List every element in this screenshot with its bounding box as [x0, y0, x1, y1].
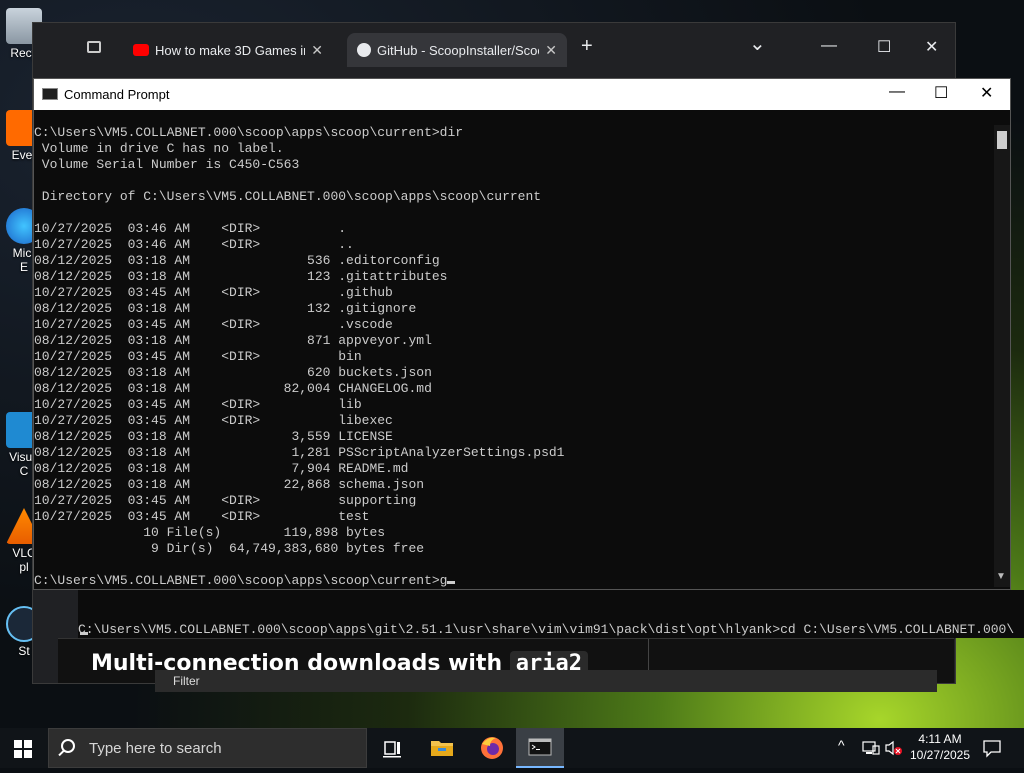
- terminal-line: 10/27/2025 03:45 AM <DIR> test: [34, 509, 370, 524]
- terminal-line: 08/12/2025 03:18 AM 1,281 PSScriptAnalyz…: [34, 445, 565, 460]
- command-prompt-icon: [528, 738, 552, 756]
- terminal-line: Volume Serial Number is C450-C563: [34, 157, 300, 172]
- filter-label: Filter: [173, 674, 200, 688]
- scrollbar-thumb[interactable]: [997, 131, 1007, 149]
- terminal-line: 10/27/2025 03:46 AM <DIR> .: [34, 221, 347, 236]
- terminal-output[interactable]: C:\Users\VM5.COLLABNET.000\scoop\apps\sc…: [34, 125, 994, 587]
- volume-muted-icon[interactable]: [884, 740, 902, 756]
- terminal-line: C:\Users\VM5.COLLABNET.000\scoop\apps\sc…: [34, 125, 464, 140]
- tab-label: GitHub - ScoopInstaller/Scoop: [377, 42, 540, 58]
- terminal-line: 9 Dir(s) 64,749,383,680 bytes free: [34, 541, 425, 556]
- terminal-line: 08/12/2025 03:18 AM 82,004 CHANGELOG.md: [34, 381, 432, 396]
- desktop-icon-label: C: [19, 464, 29, 478]
- search-placeholder: Type here to search: [89, 740, 222, 757]
- notifications-icon[interactable]: [982, 738, 1002, 758]
- desktop-icon-label: St: [18, 644, 30, 658]
- show-hidden-icons-icon[interactable]: ^: [838, 737, 845, 753]
- background-terminal-output: C:\Users\VM5.COLLABNET.000\scoop\apps\gi…: [78, 590, 1024, 638]
- close-button[interactable]: ✕: [980, 83, 993, 103]
- tab-github[interactable]: GitHub - ScoopInstaller/Scoop ✕: [347, 33, 567, 67]
- terminal-line: 10/27/2025 03:46 AM <DIR> ..: [34, 237, 354, 252]
- new-tab-button[interactable]: +: [581, 35, 593, 58]
- network-icon[interactable]: [862, 740, 880, 756]
- system-clock[interactable]: 4:11 AM 10/27/2025: [902, 731, 978, 763]
- browser-maximize-button[interactable]: ☐: [877, 37, 891, 57]
- firefox-icon: [481, 737, 503, 759]
- tab-list-dropdown-icon[interactable]: ⌄: [749, 31, 766, 56]
- terminal-line: 10/27/2025 03:45 AM <DIR> .github: [34, 285, 393, 300]
- terminal-cursor: [80, 632, 88, 635]
- command-prompt-icon: [42, 88, 58, 100]
- terminal-line: Directory of C:\Users\VM5.COLLABNET.000\…: [34, 189, 542, 204]
- terminal-line: 10/27/2025 03:45 AM <DIR> bin: [34, 349, 362, 364]
- terminal-line: Volume in drive C has no label.: [34, 141, 284, 156]
- minimize-button[interactable]: —: [889, 83, 905, 101]
- maximize-button[interactable]: ☐: [934, 83, 948, 103]
- folder-icon: [431, 741, 453, 756]
- terminal-line: 08/12/2025 03:18 AM 871 appveyor.yml: [34, 333, 432, 348]
- terminal-cursor: [447, 581, 456, 584]
- terminal-line: 10 File(s) 119,898 bytes: [34, 525, 386, 540]
- tab-youtube[interactable]: How to make 3D Games in Godot ✕: [123, 33, 333, 67]
- tab-label: How to make 3D Games in Godot: [155, 42, 305, 58]
- terminal-line: 08/12/2025 03:18 AM 536 .editorconfig: [34, 253, 440, 268]
- terminal-line: 08/12/2025 03:18 AM 22,868 schema.json: [34, 477, 425, 492]
- task-view-icon: [383, 741, 401, 758]
- close-tab-icon[interactable]: ✕: [311, 42, 323, 59]
- file-explorer-button[interactable]: [418, 728, 466, 768]
- browser-close-button[interactable]: ✕: [925, 37, 938, 57]
- taskbar: Type here to search ^ 4:11 AM 10/27/2025: [0, 728, 1024, 768]
- window-title: Command Prompt: [64, 87, 170, 102]
- command-prompt-window[interactable]: Command Prompt — ☐ ✕ C:\Users\VM5.COLLAB…: [33, 78, 1011, 590]
- terminal-line: 08/12/2025 03:18 AM 3,559 LICENSE: [34, 429, 393, 444]
- browser-tab-bar: How to make 3D Games in Godot ✕ GitHub -…: [33, 23, 955, 75]
- close-tab-icon[interactable]: ✕: [545, 42, 557, 59]
- tab-actions-icon[interactable]: [87, 41, 101, 53]
- desktop-icon-label: pl: [19, 560, 29, 574]
- search-icon: [61, 739, 75, 753]
- github-icon: [357, 43, 371, 57]
- scroll-down-arrow-icon[interactable]: ▼: [996, 571, 1006, 582]
- filter-bar: Filter: [155, 670, 937, 692]
- youtube-icon: [133, 44, 149, 56]
- terminal-line: 10/27/2025 03:45 AM <DIR> .vscode: [34, 317, 393, 332]
- terminal-line: 08/12/2025 03:18 AM 132 .gitignore: [34, 301, 417, 316]
- firefox-button[interactable]: [468, 728, 516, 768]
- task-view-button[interactable]: [368, 728, 416, 768]
- terminal-line: 08/12/2025 03:18 AM 620 buckets.json: [34, 365, 432, 380]
- terminal-line: 10/27/2025 03:45 AM <DIR> supporting: [34, 493, 417, 508]
- command-prompt-taskbar-button[interactable]: [516, 728, 564, 768]
- command-prompt-titlebar[interactable]: Command Prompt — ☐ ✕: [34, 79, 1010, 110]
- desktop-icon-label: E: [19, 260, 28, 274]
- browser-minimize-button[interactable]: —: [821, 37, 837, 55]
- terminal-line: C:\Users\VM5.COLLABNET.000\scoop\apps\sc…: [34, 573, 994, 587]
- clock-time: 4:11 AM: [918, 732, 962, 746]
- taskbar-search-box[interactable]: Type here to search: [48, 728, 367, 768]
- terminal-line: C:\Users\VM5.COLLABNET.000\scoop\apps\gi…: [78, 622, 1015, 637]
- terminal-line: 08/12/2025 03:18 AM 123 .gitattributes: [34, 269, 448, 284]
- vertical-scrollbar[interactable]: ▼: [994, 125, 1010, 587]
- clock-date: 10/27/2025: [909, 748, 971, 762]
- terminal-line: 10/27/2025 03:45 AM <DIR> libexec: [34, 413, 393, 428]
- terminal-line: 08/12/2025 03:18 AM 7,904 README.md: [34, 461, 409, 476]
- terminal-line: 10/27/2025 03:45 AM <DIR> lib: [34, 397, 362, 412]
- windows-start-icon[interactable]: [14, 740, 32, 758]
